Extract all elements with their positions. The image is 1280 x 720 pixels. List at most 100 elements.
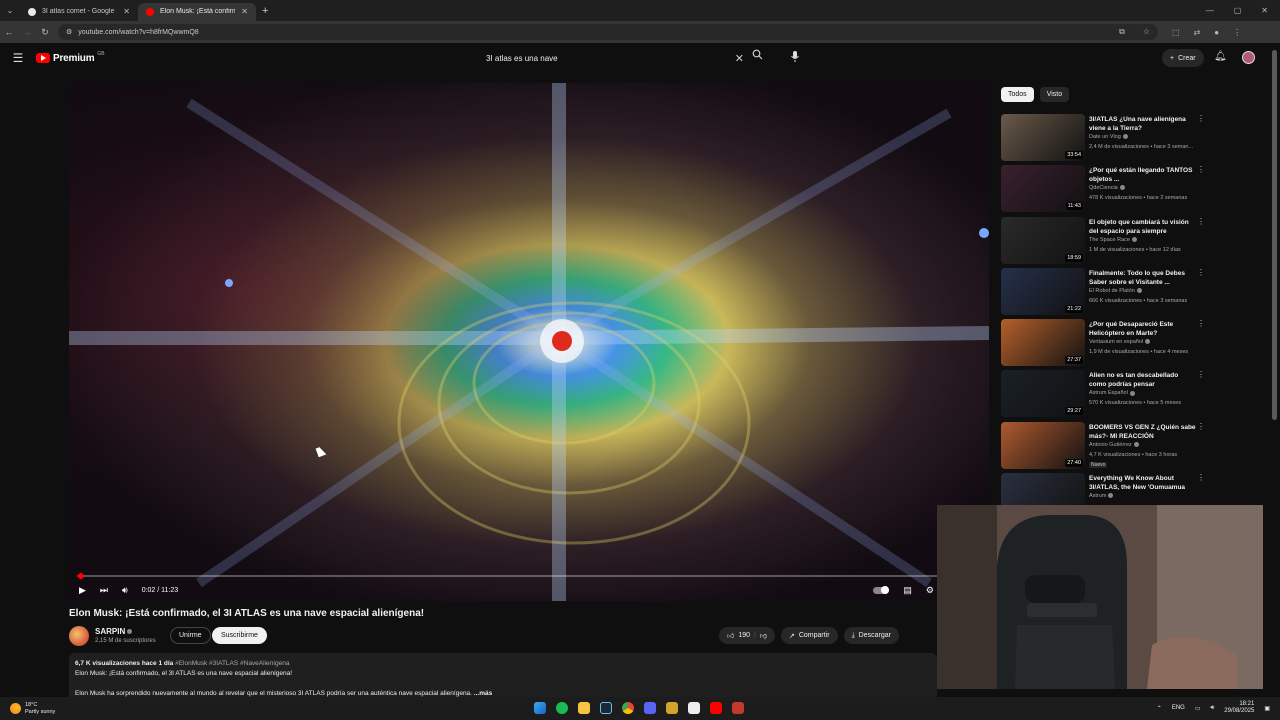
rec-channel[interactable]: Astrum (1089, 493, 1114, 499)
subtitles-icon[interactable]: ▤ (903, 585, 912, 596)
notifications-icon[interactable]: ▣ (1264, 705, 1270, 712)
search-icon[interactable] (752, 49, 763, 63)
more-options-icon[interactable]: ⋮ (1197, 114, 1205, 123)
maximize-icon[interactable]: ▢ (1234, 6, 1242, 15)
tab-youtube[interactable]: Elon Musk: ¡Está confirmado, el ✕ (138, 2, 256, 21)
more-options-icon[interactable]: ⋮ (1197, 422, 1205, 431)
extensions-icon[interactable]: ⬚ (1172, 28, 1180, 37)
search-input[interactable]: 3I atlas es una nave ✕ (478, 48, 750, 68)
more-options-icon[interactable]: ⋮ (1197, 217, 1205, 226)
video-thumbnail[interactable]: 21:22 (1001, 267, 1085, 315)
open-in-app-icon[interactable]: ⧉ (1119, 27, 1125, 37)
autoplay-toggle[interactable] (873, 585, 890, 594)
recommendation-item[interactable]: 33:54 3I/ATLAS ¿Una nave alienígena viene… (1001, 112, 1206, 163)
more-options-icon[interactable]: ⋮ (1197, 268, 1205, 277)
windows-start-icon[interactable] (534, 702, 546, 714)
close-tab-icon[interactable]: ✕ (241, 7, 248, 16)
recording-icon[interactable] (732, 702, 744, 714)
recommendation-item[interactable]: 11:43 ¿Por qué están llegando TANTOS obje… (1001, 163, 1206, 214)
new-tab-button[interactable]: + (256, 5, 274, 17)
network-icon[interactable]: ▭ (1195, 705, 1201, 712)
video-thumbnail[interactable]: 11:43 (1001, 165, 1085, 213)
description-box[interactable]: 6,7 K visualizaciones hace 1 día #ElonMu… (69, 653, 937, 703)
reload-icon[interactable]: ↻ (36, 27, 54, 38)
rec-title[interactable]: Alien no es tan descabellado como podría… (1089, 371, 1197, 389)
steam-icon[interactable] (600, 702, 612, 714)
chip-visto[interactable]: Visto (1039, 87, 1070, 102)
hashtags[interactable]: #ElonMusk #3IATLAS #NaveAlienígena (175, 660, 289, 667)
rec-channel[interactable]: The Space Race (1089, 237, 1137, 243)
download-button[interactable]: ⤓ Descargar (843, 627, 899, 644)
more-options-icon[interactable]: ⋮ (1197, 370, 1205, 379)
address-bar[interactable]: ⚙ youtube.com/watch?v=h8frMQwwmQ8 ⧉ ☆ (58, 24, 1158, 40)
rec-channel[interactable]: Antonio Gutiérrez (1089, 442, 1139, 448)
sound-icon[interactable]: 🔊︎ (1211, 705, 1215, 712)
recommendation-item[interactable]: 21:22 Finalmente: Todo lo que Debes Saber… (1001, 266, 1206, 317)
rec-channel[interactable]: Veritasium en español (1089, 339, 1151, 345)
next-icon[interactable]: ⏭ (100, 585, 108, 596)
spotify-icon[interactable] (556, 702, 568, 714)
clear-search-icon[interactable]: ✕ (735, 52, 750, 65)
volume-icon[interactable]: 🔊︎ (122, 585, 128, 596)
rec-title[interactable]: ¿Por qué Desapareció Este Helicóptero en… (1089, 320, 1197, 338)
close-window-icon[interactable]: ✕ (1261, 6, 1268, 15)
rec-title[interactable]: BOOMERS VS GEN Z ¿Quién sabe más?- MI RE… (1089, 423, 1197, 441)
discord-icon[interactable] (644, 702, 656, 714)
rec-title[interactable]: 3I/ATLAS ¿Una nave alienígena viene a la… (1089, 115, 1197, 133)
more-options-icon[interactable]: ⋮ (1197, 319, 1205, 328)
profile-icon[interactable]: ● (1214, 28, 1219, 37)
translate-icon[interactable]: ⇄ (1194, 28, 1201, 37)
chrome-icon[interactable] (622, 702, 634, 714)
tray-chevron-icon[interactable]: ⌃ (1157, 705, 1162, 712)
app-icon[interactable] (666, 702, 678, 714)
join-button[interactable]: Unirme (170, 627, 211, 644)
video-player[interactable]: ▶ ⏭ 🔊︎ 0:02 / 11:23 ▤ ⚙ ▣ ▭ (69, 83, 989, 601)
progress-bar[interactable] (77, 573, 981, 579)
tab-search-icon[interactable]: ⌄ (0, 6, 20, 15)
calendar-icon[interactable] (688, 702, 700, 714)
rec-channel[interactable]: Date un Vlog (1089, 134, 1128, 140)
microphone-icon[interactable] (790, 50, 800, 62)
more-options-icon[interactable]: ⋮ (1197, 473, 1205, 482)
video-thumbnail[interactable]: 27:40 (1001, 421, 1085, 469)
hamburger-menu-icon[interactable]: ☰ (0, 51, 36, 65)
forward-icon[interactable]: → (18, 27, 36, 37)
rec-channel[interactable]: Astrum Español (1089, 390, 1135, 396)
rec-channel[interactable]: El Robot de Platón (1089, 288, 1142, 294)
more-options-icon[interactable]: ⋮ (1197, 165, 1205, 174)
channel-name[interactable]: SARPIN (95, 627, 133, 636)
bookmark-star-icon[interactable]: ☆ (1143, 27, 1150, 37)
rec-title[interactable]: ¿Por qué están llegando TANTOS objetos .… (1089, 166, 1197, 184)
video-thumbnail[interactable]: 27:37 (1001, 319, 1085, 367)
create-button[interactable]: + Crear (1162, 49, 1204, 67)
youtube-app-icon[interactable] (710, 702, 722, 714)
youtube-logo[interactable]: Premium GB (36, 51, 105, 64)
rec-title[interactable]: Finalmente: Todo lo que Debes Saber sobr… (1089, 269, 1197, 287)
thumbs-down-icon[interactable]: 👎︎ (760, 631, 767, 640)
video-thumbnail[interactable]: 33:54 (1001, 114, 1085, 161)
like-button[interactable]: 👍︎ 190 | 👎︎ (719, 627, 775, 644)
notifications-bell-icon[interactable]: 🔔︎ (1214, 51, 1227, 62)
rec-title[interactable]: Everything We Know About 3I/ATLAS, the N… (1089, 474, 1197, 492)
settings-gear-icon[interactable]: ⚙ (926, 585, 934, 596)
recommendation-item[interactable]: 27:40 BOOMERS VS GEN Z ¿Quién sabe más?- … (1001, 420, 1206, 471)
video-thumbnail[interactable]: 29:27 (1001, 370, 1085, 418)
language-indicator[interactable]: ENG (1172, 705, 1185, 711)
menu-icon[interactable]: ⋮ (1233, 28, 1241, 37)
site-info-icon[interactable]: ⚙ (66, 28, 72, 36)
more-link[interactable]: ...más (474, 690, 492, 697)
video-thumbnail[interactable]: 18:59 (1001, 216, 1085, 264)
back-icon[interactable]: ← (0, 27, 18, 37)
file-explorer-icon[interactable] (578, 702, 590, 714)
user-avatar[interactable] (1242, 51, 1255, 64)
clock[interactable]: 18:21 29/08/2025 (1224, 701, 1254, 715)
share-button[interactable]: ↗ Compartir (780, 627, 838, 644)
minimize-icon[interactable]: — (1206, 6, 1214, 15)
tab-google-search[interactable]: 3I atlas comet - Google Search ✕ (20, 3, 138, 21)
recommendation-item[interactable]: 27:37 ¿Por qué Desapareció Este Helicópte… (1001, 317, 1206, 368)
play-icon[interactable]: ▶ (79, 585, 86, 596)
channel-avatar[interactable] (69, 626, 89, 646)
weather-widget[interactable]: 18°C Partly sunny (0, 702, 55, 716)
recommendation-item[interactable]: 18:59 El objeto que cambiará tu visión de… (1001, 215, 1206, 266)
page-scrollbar[interactable] (1272, 50, 1277, 420)
